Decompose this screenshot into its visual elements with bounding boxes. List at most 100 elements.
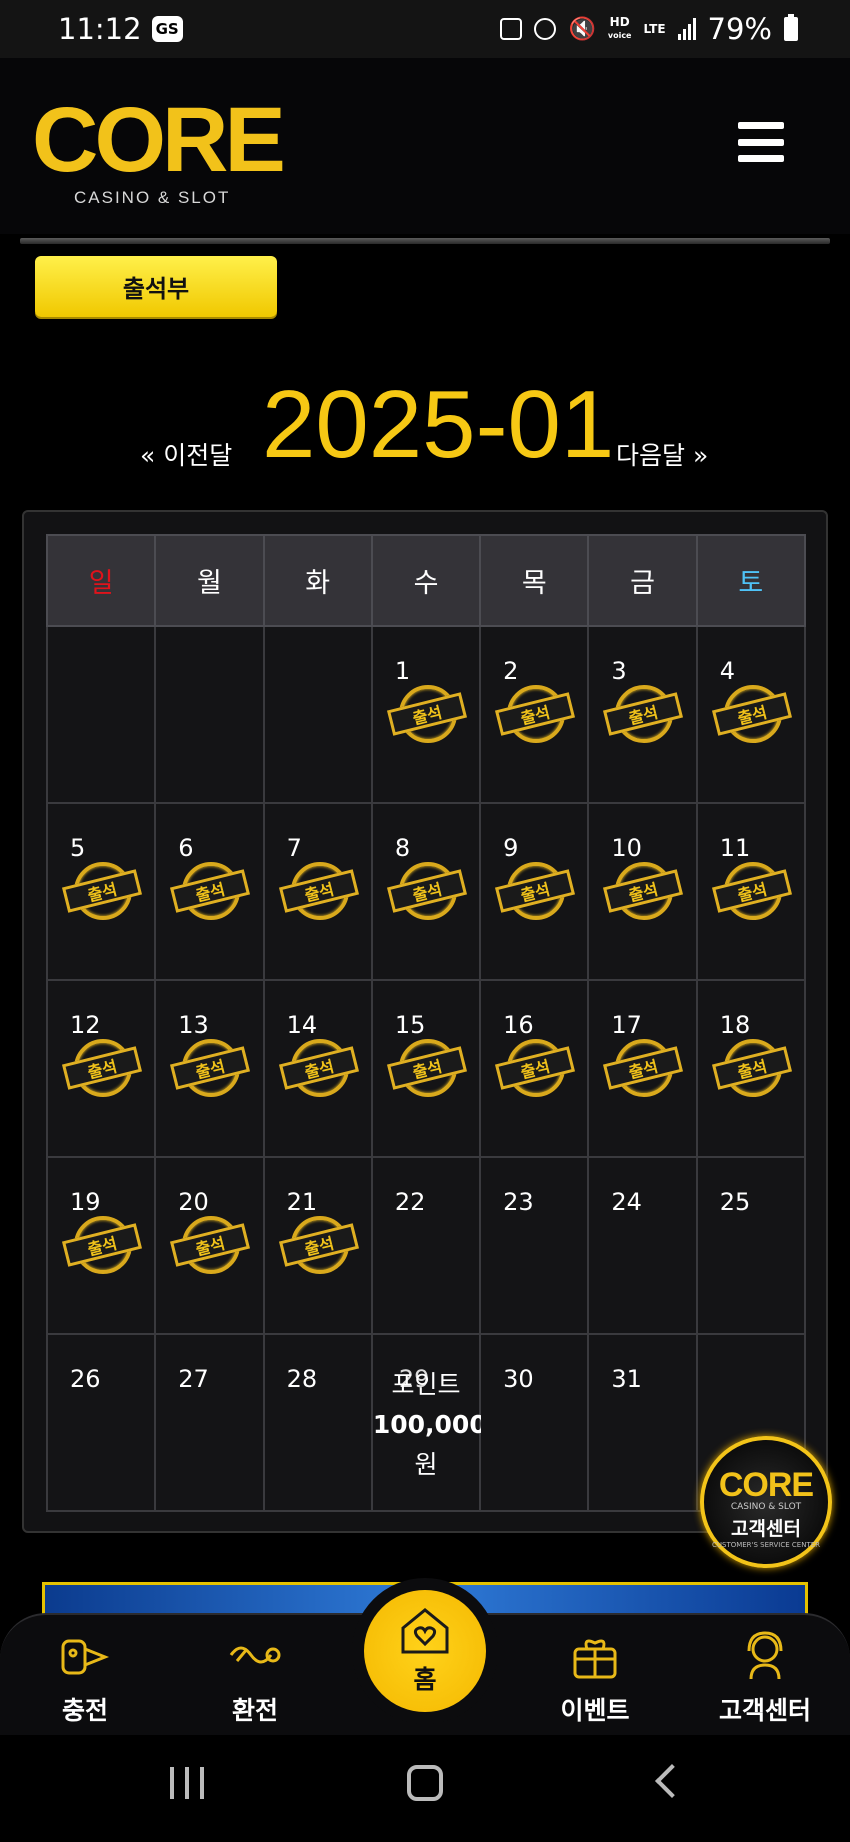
calendar-day-cell: 22: [370, 1156, 482, 1335]
calendar-day-cell: 28: [262, 1333, 373, 1512]
calendar-day-cell: 8 출석: [370, 802, 482, 981]
calendar-day-cell: 15 출석: [370, 979, 482, 1158]
calendar-day-cell: 9 출석: [479, 802, 590, 981]
day-number: 30: [503, 1365, 534, 1393]
current-month-title: 2025-01: [262, 371, 615, 478]
calendar-day-cell: 6 출석: [154, 802, 265, 981]
day-number: 12: [70, 1011, 101, 1039]
attendance-stamp-icon: 출석: [711, 862, 792, 924]
attendance-stamp-icon: 출석: [711, 685, 792, 747]
attendance-stamp-icon: 출석: [386, 862, 467, 924]
day-number: 14: [286, 1011, 318, 1039]
calendar-empty-cell: [154, 625, 265, 804]
day-number: 28: [286, 1365, 318, 1393]
calendar-day-cell: 17 출석: [587, 979, 698, 1158]
attendance-stamp-icon: 출석: [170, 862, 251, 924]
back-icon[interactable]: [655, 1764, 689, 1798]
carrier-badge: GS: [151, 16, 183, 42]
system-home-icon[interactable]: [407, 1765, 443, 1801]
nav-event[interactable]: 이벤트: [510, 1627, 680, 1727]
calendar-day-cell: 1 출석: [370, 625, 482, 804]
next-month-link[interactable]: 다음달 »: [616, 436, 708, 472]
nav-support[interactable]: 고객센터: [680, 1627, 850, 1727]
weekday-wed: 수: [370, 534, 482, 627]
calendar-day-cell: 27: [154, 1333, 265, 1512]
weekday-tue: 화: [262, 534, 373, 627]
calendar-day-cell: 21 출석: [262, 1156, 373, 1335]
home-button-face: 홈: [364, 1590, 486, 1712]
day-number: 6: [178, 834, 194, 862]
hamburger-menu-icon[interactable]: [738, 122, 784, 162]
nav-support-label: 고객센터: [718, 1696, 811, 1725]
logo-text: CORE: [32, 89, 286, 191]
calendar-day-cell: 2 출석: [479, 625, 590, 804]
nav-deposit-label: 충전: [61, 1696, 108, 1725]
site-logo[interactable]: CORE CASINO & SLOT: [32, 89, 302, 207]
day-number: 29: [398, 1365, 430, 1393]
day-number: 23: [503, 1188, 534, 1216]
day-number: 16: [503, 1011, 534, 1039]
calendar-day-cell: 31: [587, 1333, 698, 1512]
day-number: 7: [286, 834, 302, 862]
day-number: 26: [70, 1365, 101, 1393]
status-bar: 11:12 GS 🔇 HD voice LTE 79%: [0, 0, 850, 58]
calendar-day-cell: 20 출석: [154, 1156, 265, 1335]
calendar-day-cell: 25: [695, 1156, 807, 1335]
status-time: 11:12: [58, 12, 142, 46]
month-navigation: « 이전달 2025-01 다음달 »: [0, 370, 850, 480]
calendar-day-cell: 12 출석: [45, 979, 157, 1158]
calendar-empty-cell: [262, 625, 373, 804]
day-number: 27: [178, 1365, 209, 1393]
nav-deposit[interactable]: 충전: [0, 1627, 170, 1727]
attendance-stamp-icon: 출석: [61, 862, 143, 924]
calendar-day-cell: 23: [479, 1156, 590, 1335]
day-number: 15: [394, 1011, 426, 1039]
cs-logo: CORE: [718, 1466, 814, 1504]
day-number: 8: [394, 834, 411, 862]
nav-home[interactable]: 홈: [352, 1578, 498, 1724]
weekday-fri: 금: [587, 534, 698, 627]
calendar-day-cell: 30: [479, 1333, 590, 1512]
calendar-day-cell: 3 출석: [587, 625, 698, 804]
header-divider: [20, 238, 830, 244]
battery-percent: 79%: [707, 12, 772, 46]
prev-month-link[interactable]: « 이전달: [140, 436, 232, 472]
day-number: 5: [70, 834, 86, 862]
weekday-sun: 일: [45, 534, 157, 627]
logo-subtitle: CASINO & SLOT: [74, 188, 231, 207]
customer-center-floating-button[interactable]: CORE CASINO & SLOT 고객센터 CUSTOMER'S SERVI…: [700, 1436, 832, 1568]
attendance-stamp-icon: 출석: [495, 1039, 576, 1101]
nav-event-label: 이벤트: [560, 1696, 630, 1725]
attendance-stamp-icon: 출석: [61, 1216, 143, 1278]
day-number: 18: [719, 1011, 751, 1039]
bonus-amount: 100,000: [372, 1410, 487, 1439]
day-number: 9: [503, 834, 519, 862]
attendance-button[interactable]: 출석부: [35, 256, 277, 317]
calendar-day-cell: 19 출석: [45, 1156, 157, 1335]
cs-sub-label: CUSTOMER'S SERVICE CENTER: [711, 1541, 820, 1549]
deposit-icon: [61, 1639, 110, 1675]
calendar-day-cell: 14 출석: [262, 979, 373, 1158]
calendar-day-cell: 16 출석: [479, 979, 590, 1158]
attendance-stamp-icon: 출석: [278, 862, 359, 924]
calendar-day-cell: 10 출석: [587, 802, 698, 981]
calendar-day-cell: 26: [45, 1333, 157, 1512]
attendance-stamp-icon: 출석: [278, 1216, 359, 1278]
day-number: 13: [178, 1011, 209, 1039]
day-number: 2: [503, 657, 519, 685]
calendar-day-cell: 7 출석: [262, 802, 373, 981]
calendar-table: 일 월 화 수 목 금 토 1 출석 2 출석 3 출석 4 출석 5 출석 6 출석 7 출석 8 출석 9 출…: [45, 534, 807, 1512]
day-number: 10: [611, 834, 642, 862]
recent-apps-icon[interactable]: [170, 1767, 204, 1799]
screen-record-icon: [500, 18, 523, 40]
withdraw-icon: [229, 1646, 281, 1664]
system-navigation-bar: [0, 1735, 850, 1842]
attendance-stamp-icon: 출석: [603, 1039, 684, 1101]
weekday-mon: 월: [154, 534, 265, 627]
weekday-thu: 목: [479, 534, 590, 627]
attendance-stamp-icon: 출석: [711, 1039, 792, 1101]
weekday-sat: 토: [695, 534, 807, 627]
nav-withdraw[interactable]: 환전: [170, 1627, 340, 1727]
battery-icon: [784, 14, 798, 41]
attendance-calendar: 일 월 화 수 목 금 토 1 출석 2 출석 3 출석 4 출석 5 출석 6 출석 7 출석 8 출석 9 출…: [22, 510, 828, 1533]
